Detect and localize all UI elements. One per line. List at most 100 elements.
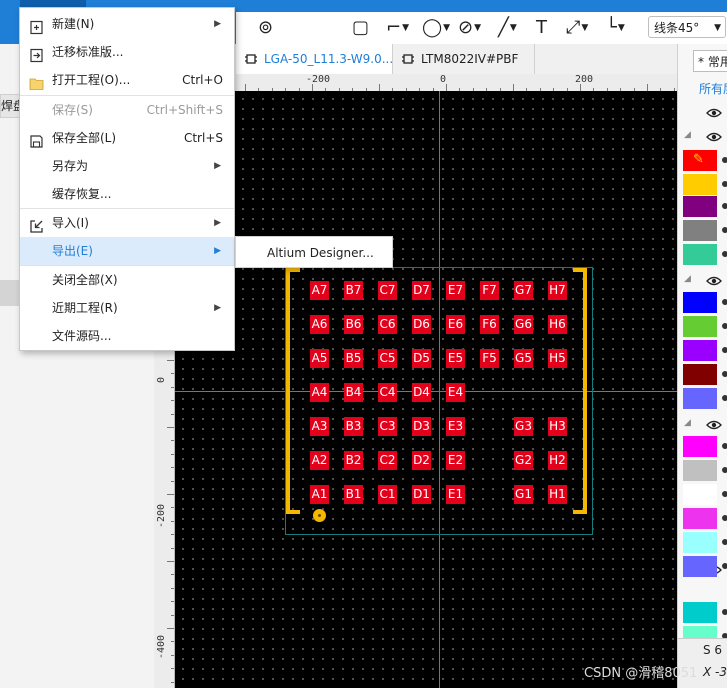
- pad-f7[interactable]: F7: [480, 281, 499, 300]
- pad-b6[interactable]: B6: [344, 315, 363, 334]
- pad-a1[interactable]: A1: [310, 485, 329, 504]
- pad-c5[interactable]: C5: [378, 349, 397, 368]
- layer-visibility-dot[interactable]: [722, 395, 727, 401]
- pad-h2[interactable]: H2: [548, 451, 567, 470]
- text-block-tool[interactable]: ▢: [352, 16, 369, 40]
- pad-h1[interactable]: H1: [548, 485, 567, 504]
- tab-ltm8022[interactable]: LTM8022IV#PBF: [393, 44, 535, 74]
- all-layers-label[interactable]: 所有层: [699, 80, 727, 97]
- layer-visibility-dot[interactable]: [722, 203, 727, 209]
- file-menu-item-2[interactable]: 打开工程(O)... Ctrl+O: [20, 66, 234, 94]
- eye-icon[interactable]: [706, 107, 722, 118]
- layer-visibility-dot[interactable]: [722, 515, 727, 521]
- pad-h5[interactable]: H5: [548, 349, 567, 368]
- collapse-icon[interactable]: ◢: [684, 130, 691, 140]
- pad-b4[interactable]: B4: [344, 383, 363, 402]
- pad-d3[interactable]: D3: [412, 417, 431, 436]
- pad-e5[interactable]: E5: [446, 349, 465, 368]
- pad-a7[interactable]: A7: [310, 281, 329, 300]
- layer-color-swatch[interactable]: [683, 602, 717, 623]
- pad-d4[interactable]: D4: [412, 383, 431, 402]
- layer-visibility-dot[interactable]: [722, 467, 727, 473]
- layer-color-swatch[interactable]: [683, 364, 717, 385]
- line-tool[interactable]: ╱▼: [498, 16, 517, 40]
- layer-color-swatch[interactable]: [683, 244, 717, 265]
- layer-visibility-dot[interactable]: [722, 491, 727, 497]
- file-menu-item-10[interactable]: 近期工程(R) ▶: [20, 294, 234, 322]
- layer-visibility-dot[interactable]: [722, 157, 727, 163]
- pad-c1[interactable]: C1: [378, 485, 397, 504]
- pad-a4[interactable]: A4: [310, 383, 329, 402]
- pad-c7[interactable]: C7: [378, 281, 397, 300]
- pad-e1[interactable]: E1: [446, 485, 465, 504]
- no-symbol-tool[interactable]: ⊘▼: [458, 16, 481, 40]
- layer-visibility-dot[interactable]: [722, 609, 727, 615]
- pad-b7[interactable]: B7: [344, 281, 363, 300]
- pad-c4[interactable]: C4: [378, 383, 397, 402]
- export-altium-designer-item[interactable]: Altium Designer...: [236, 237, 392, 267]
- eye-icon[interactable]: [706, 131, 722, 142]
- eye-icon[interactable]: [706, 275, 722, 286]
- pad-a6[interactable]: A6: [310, 315, 329, 334]
- layer-visibility-dot[interactable]: [722, 347, 727, 353]
- file-menu-item-8[interactable]: 导出(E) ▶: [20, 237, 234, 265]
- file-menu-item-5[interactable]: 另存为 ▶: [20, 152, 234, 180]
- pad-g3[interactable]: G3: [514, 417, 533, 436]
- polygon-tool[interactable]: ⌐▼: [386, 16, 409, 40]
- measure-tool[interactable]: ⤢▼: [566, 16, 588, 40]
- file-menu-item-6[interactable]: 缓存恢复...: [20, 180, 234, 208]
- layer-visibility-dot[interactable]: [722, 323, 727, 329]
- corner-tool[interactable]: └▼: [606, 16, 625, 40]
- layer-color-swatch[interactable]: [683, 316, 717, 337]
- pad-e7[interactable]: E7: [446, 281, 465, 300]
- eye-icon[interactable]: [706, 419, 722, 430]
- file-menu-item-4[interactable]: 保存全部(L) Ctrl+S: [20, 124, 234, 152]
- pad-h3[interactable]: H3: [548, 417, 567, 436]
- pad-c6[interactable]: C6: [378, 315, 397, 334]
- pad-g1[interactable]: G1: [514, 485, 533, 504]
- pad-d5[interactable]: D5: [412, 349, 431, 368]
- layer-visibility-dot[interactable]: [722, 371, 727, 377]
- layer-filter-select[interactable]: * 常用: [693, 50, 727, 72]
- via-tool[interactable]: ⊚: [258, 16, 273, 40]
- file-menu-item-7[interactable]: 导入(I) ▶: [20, 209, 234, 237]
- ellipse-tool[interactable]: ◯▼: [422, 16, 450, 40]
- pad-h7[interactable]: H7: [548, 281, 567, 300]
- pad-d2[interactable]: D2: [412, 451, 431, 470]
- layer-color-swatch[interactable]: [683, 532, 717, 553]
- silkscreen-bracket-left[interactable]: [286, 268, 300, 514]
- pad-g6[interactable]: G6: [514, 315, 533, 334]
- layer-visibility-dot[interactable]: [722, 251, 727, 257]
- layer-color-swatch[interactable]: [683, 196, 717, 217]
- layer-color-swatch[interactable]: [683, 484, 717, 505]
- layer-color-swatch[interactable]: [683, 292, 717, 313]
- pad-b1[interactable]: B1: [344, 485, 363, 504]
- footprint-origin-marker[interactable]: [313, 509, 326, 522]
- layer-color-swatch[interactable]: [683, 174, 717, 195]
- left-panel-selected-row[interactable]: [0, 280, 20, 306]
- layer-visibility-dot[interactable]: [722, 181, 727, 187]
- collapse-icon[interactable]: ◢: [684, 274, 691, 284]
- layer-color-swatch[interactable]: ✎: [683, 150, 717, 171]
- pad-c2[interactable]: C2: [378, 451, 397, 470]
- layer-visibility-dot[interactable]: [722, 539, 727, 545]
- pad-f5[interactable]: F5: [480, 349, 499, 368]
- line-mode-select[interactable]: 线条45° ▼: [648, 16, 726, 38]
- pad-a2[interactable]: A2: [310, 451, 329, 470]
- pad-f6[interactable]: F6: [480, 315, 499, 334]
- pad-c3[interactable]: C3: [378, 417, 397, 436]
- file-menu-item-11[interactable]: 文件源码...: [20, 322, 234, 350]
- layer-color-swatch[interactable]: [683, 340, 717, 361]
- layer-color-swatch[interactable]: [683, 508, 717, 529]
- layer-visibility-dot[interactable]: [722, 227, 727, 233]
- pad-e4[interactable]: E4: [446, 383, 465, 402]
- file-menu-header[interactable]: [20, 0, 86, 7]
- pad-e2[interactable]: E2: [446, 451, 465, 470]
- layer-color-swatch[interactable]: [683, 388, 717, 409]
- pad-b3[interactable]: B3: [344, 417, 363, 436]
- pad-g5[interactable]: G5: [514, 349, 533, 368]
- layer-color-swatch[interactable]: [683, 220, 717, 241]
- pad-b2[interactable]: B2: [344, 451, 363, 470]
- pad-e6[interactable]: E6: [446, 315, 465, 334]
- pad-h6[interactable]: H6: [548, 315, 567, 334]
